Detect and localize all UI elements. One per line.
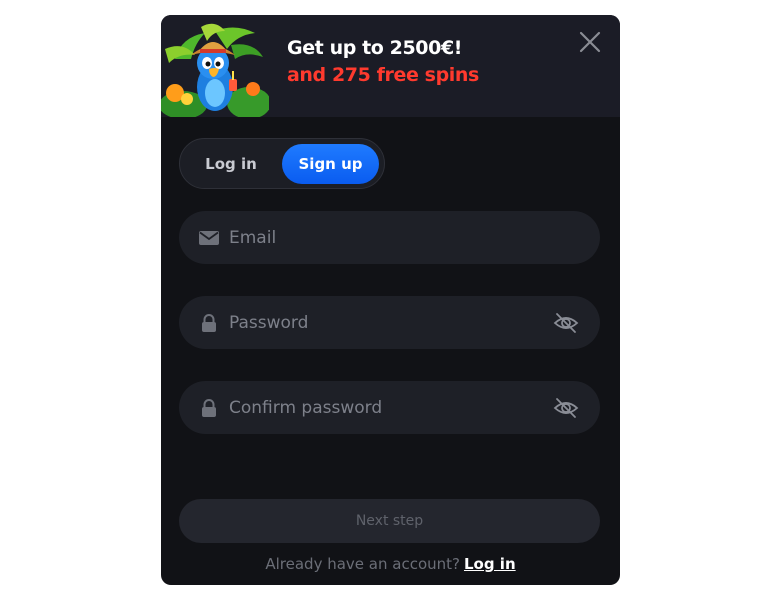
lock-icon: [202, 399, 216, 417]
lock-icon: [202, 314, 216, 332]
auth-tabs: Log in Sign up: [179, 138, 385, 189]
password-input[interactable]: [229, 296, 549, 349]
tab-sign-up[interactable]: Sign up: [282, 144, 379, 184]
signup-modal: Get up to 2500€! and 275 free spins Log …: [161, 15, 620, 585]
tab-log-in[interactable]: Log in: [185, 144, 277, 184]
login-prompt-text: Already have an account?: [265, 555, 460, 573]
parrot-mascot-icon: [161, 23, 269, 117]
promo-title: Get up to 2500€!: [287, 37, 463, 59]
confirm-password-field: [179, 381, 600, 434]
email-field: [179, 211, 600, 264]
eye-off-icon[interactable]: [553, 310, 579, 336]
eye-off-icon[interactable]: [553, 395, 579, 421]
promo-banner: Get up to 2500€! and 275 free spins: [161, 15, 620, 117]
next-step-button[interactable]: Next step: [179, 499, 600, 543]
close-icon[interactable]: [577, 29, 603, 55]
mail-icon: [199, 231, 219, 245]
email-input[interactable]: [229, 211, 549, 264]
login-link[interactable]: Log in: [464, 555, 516, 573]
confirm-password-input[interactable]: [229, 381, 549, 434]
login-prompt: Already have an account? Log in: [161, 555, 620, 573]
password-field: [179, 296, 600, 349]
promo-subtitle: and 275 free spins: [287, 64, 479, 86]
